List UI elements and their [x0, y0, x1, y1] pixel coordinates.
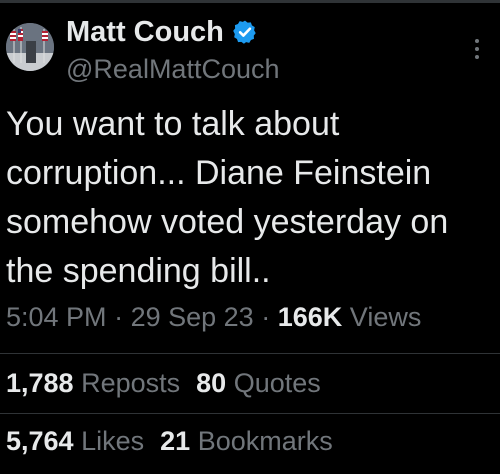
tweet-meta: 5:04 PM · 29 Sep 23 · 166K Views: [6, 302, 421, 333]
tweet-card: Matt Couch @RealMattCouch You want to ta…: [0, 0, 500, 474]
top-divider: [0, 0, 500, 3]
meta-separator: ·: [261, 302, 271, 332]
bookmarks-stat[interactable]: 21 Bookmarks: [160, 426, 333, 456]
quotes-stat[interactable]: 80 Quotes: [196, 368, 321, 398]
engagement-row-1: 1,788 Reposts 80 Quotes: [6, 368, 321, 399]
views-label: Views: [349, 302, 422, 332]
divider: [0, 353, 500, 354]
likes-count: 5,764: [6, 426, 74, 456]
bookmarks-label: Bookmarks: [197, 426, 333, 456]
tweet-text: You want to talk about corruption... Dia…: [6, 105, 449, 290]
engagement-row-2: 5,764 Likes 21 Bookmarks: [6, 426, 333, 457]
more-dot: [475, 39, 479, 43]
bookmarks-count: 21: [160, 426, 191, 456]
views-count: 166K: [277, 302, 343, 332]
likes-stat[interactable]: 5,764 Likes: [6, 426, 144, 456]
reposts-label: Reposts: [81, 368, 181, 398]
verified-badge-icon[interactable]: [232, 19, 258, 45]
meta-separator: ·: [114, 302, 124, 332]
author-handle[interactable]: @RealMattCouch: [66, 54, 280, 85]
tweet-time[interactable]: 5:04 PM: [6, 302, 107, 332]
reposts-count: 1,788: [6, 368, 74, 398]
avatar-image: [6, 23, 54, 71]
quotes-label: Quotes: [233, 368, 321, 398]
author-avatar[interactable]: [6, 23, 54, 71]
author-display-name[interactable]: Matt Couch: [66, 16, 224, 49]
author-name-row: Matt Couch: [66, 14, 258, 50]
quotes-count: 80: [196, 368, 227, 398]
more-dot: [475, 47, 479, 51]
tweet-date[interactable]: 29 Sep 23: [131, 302, 254, 332]
more-options-icon[interactable]: [466, 36, 488, 62]
divider: [0, 413, 500, 414]
reposts-stat[interactable]: 1,788 Reposts: [6, 368, 180, 398]
more-dot: [475, 55, 479, 59]
likes-label: Likes: [81, 426, 145, 456]
